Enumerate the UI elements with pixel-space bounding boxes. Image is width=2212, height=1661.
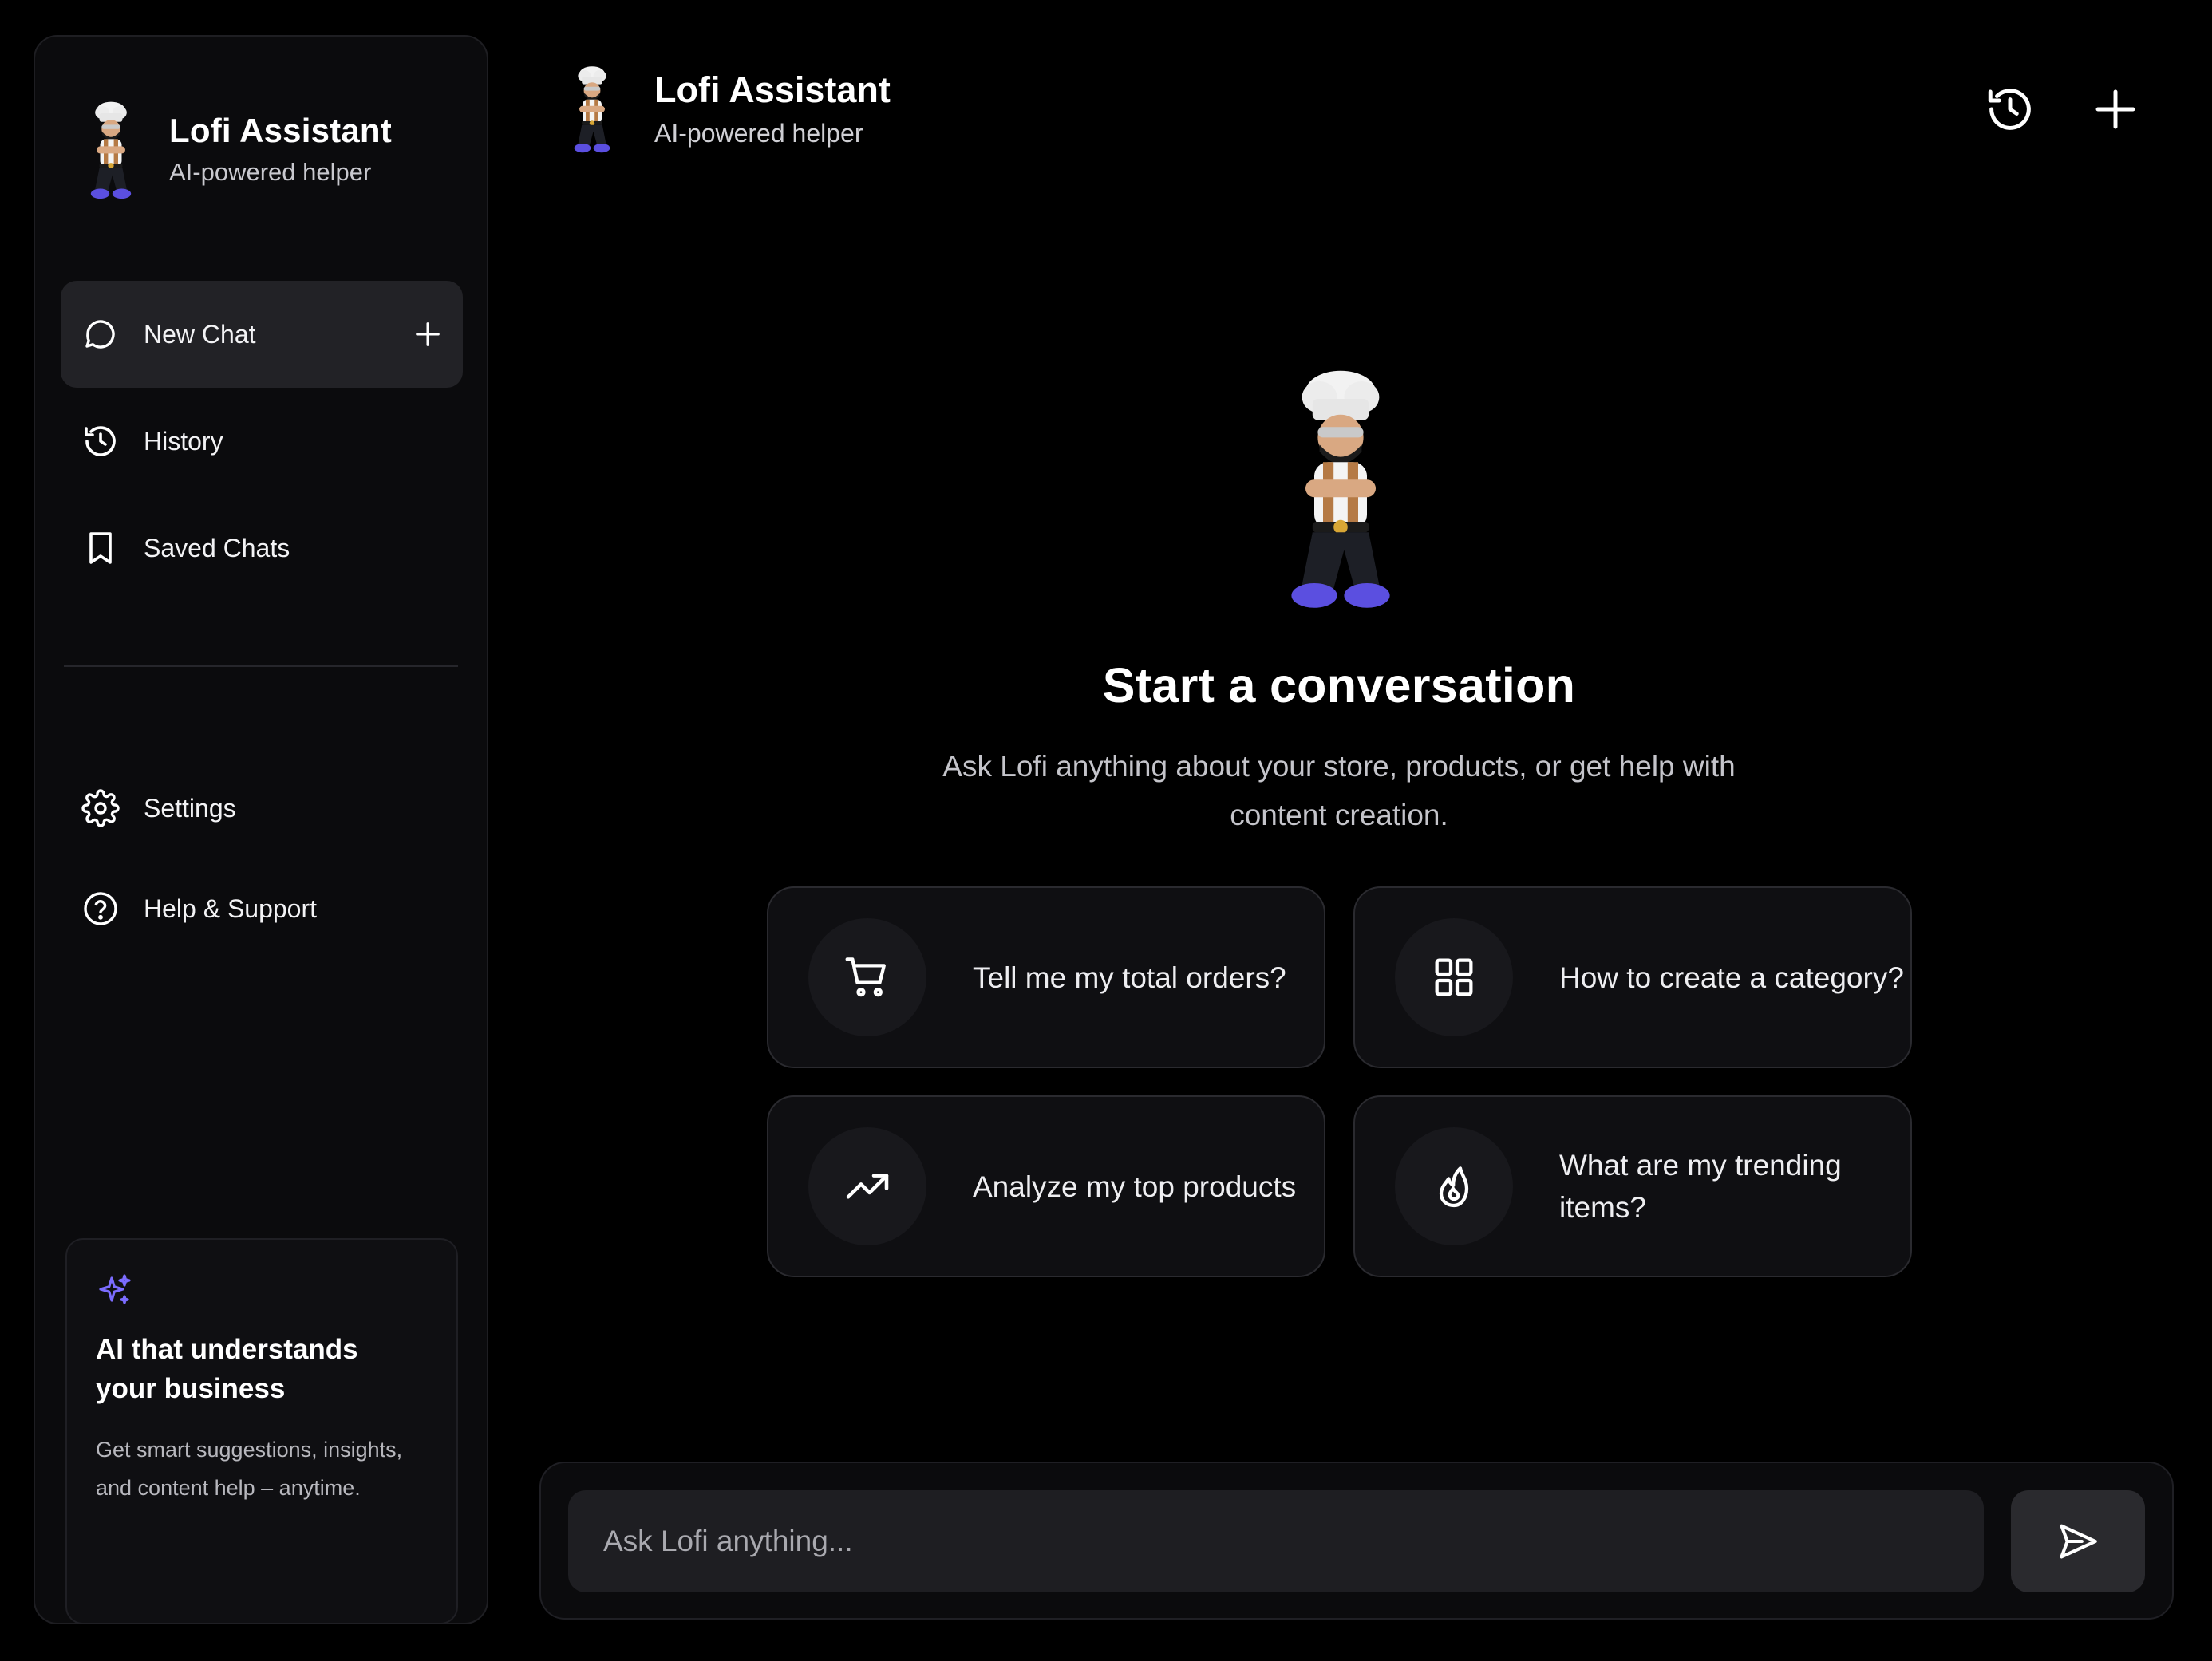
suggestion-icon-wrap: [808, 918, 926, 1036]
promo-card: AI that understands your business Get sm…: [65, 1238, 458, 1624]
sidebar-nav-primary: New Chat History Saved Chats: [61, 281, 463, 602]
sidebar-item-history[interactable]: History: [61, 388, 463, 495]
sidebar-item-label: History: [144, 426, 223, 456]
sidebar-item-settings[interactable]: Settings: [61, 755, 463, 862]
promo-title: AI that understands your business: [96, 1334, 358, 1404]
sidebar-item-label: Settings: [144, 793, 236, 823]
chat-bubble-icon: [81, 315, 120, 353]
flame-icon: [1439, 1166, 1469, 1208]
sidebar-item-help-support[interactable]: Help & Support: [61, 855, 463, 962]
hero-subtitle: Ask Lofi anything about your store, prod…: [942, 750, 1736, 831]
suggestion-label: How to create a category?: [1559, 961, 1904, 994]
send-button[interactable]: [2011, 1490, 2145, 1592]
header-history-button[interactable]: [1984, 83, 2036, 136]
suggestion-card-top-products[interactable]: Analyze my top products: [767, 1095, 1325, 1277]
sidebar: Lofi Assistant AI-powered helper New Cha…: [34, 35, 488, 1624]
sidebar-item-label: Help & Support: [144, 894, 318, 923]
send-icon: [2060, 1524, 2097, 1559]
sparkles-icon: [99, 1274, 131, 1304]
gear-icon: [81, 789, 120, 827]
suggestion-card-create-category[interactable]: How to create a category?: [1353, 886, 1912, 1068]
header-new-chat-button[interactable]: [2089, 83, 2142, 136]
plus-icon[interactable]: [412, 318, 444, 350]
hero-title: Start a conversation: [1102, 658, 1576, 712]
suggestion-icon-wrap: [1395, 1127, 1513, 1245]
bookmark-icon: [81, 529, 120, 567]
history-icon: [81, 422, 120, 460]
help-circle-icon: [81, 890, 120, 928]
chef-avatar-icon: [574, 66, 610, 153]
sidebar-brand-subtitle: AI-powered helper: [169, 158, 372, 186]
header-brand: Lofi Assistant AI-powered helper: [560, 51, 891, 166]
cart-icon: [845, 957, 886, 997]
sidebar-item-label: Saved Chats: [144, 533, 290, 562]
sidebar-item-new-chat[interactable]: New Chat: [61, 281, 463, 388]
history-icon: [1988, 89, 2031, 130]
message-composer: [539, 1462, 2174, 1620]
suggestion-card-trending-items[interactable]: What are my trending items?: [1353, 1095, 1912, 1277]
trending-up-icon: [846, 1174, 889, 1199]
grid-icon: [1435, 958, 1473, 996]
promo-text: Get smart suggestions, insights, and con…: [96, 1438, 403, 1500]
suggestion-card-total-orders[interactable]: Tell me my total orders?: [767, 886, 1325, 1068]
suggestion-label: Tell me my total orders?: [973, 961, 1286, 994]
suggestion-icon-wrap: [808, 1127, 926, 1245]
suggestion-icon-wrap: [1395, 918, 1513, 1036]
sidebar-nav-secondary: Settings Help & Support: [61, 755, 463, 962]
message-input[interactable]: [568, 1490, 1984, 1592]
header-title: Lofi Assistant: [654, 69, 891, 110]
sidebar-brand: Lofi Assistant AI-powered helper: [75, 89, 392, 209]
sidebar-item-label: New Chat: [144, 319, 256, 349]
header-subtitle: AI-powered helper: [654, 118, 863, 148]
chef-avatar-icon: [90, 101, 132, 199]
suggestion-label: Analyze my top products: [973, 1170, 1297, 1203]
app-root: Lofi Assistant AI-powered helper New Cha…: [0, 0, 2212, 1661]
plus-icon: [2095, 89, 2135, 129]
suggestion-label: What are my trending items?: [1559, 1149, 1842, 1224]
sidebar-divider: [64, 665, 458, 667]
sidebar-brand-title: Lofi Assistant: [169, 112, 392, 149]
sidebar-item-saved-chats[interactable]: Saved Chats: [61, 495, 463, 602]
chef-mascot-illustration: [1291, 370, 1390, 608]
